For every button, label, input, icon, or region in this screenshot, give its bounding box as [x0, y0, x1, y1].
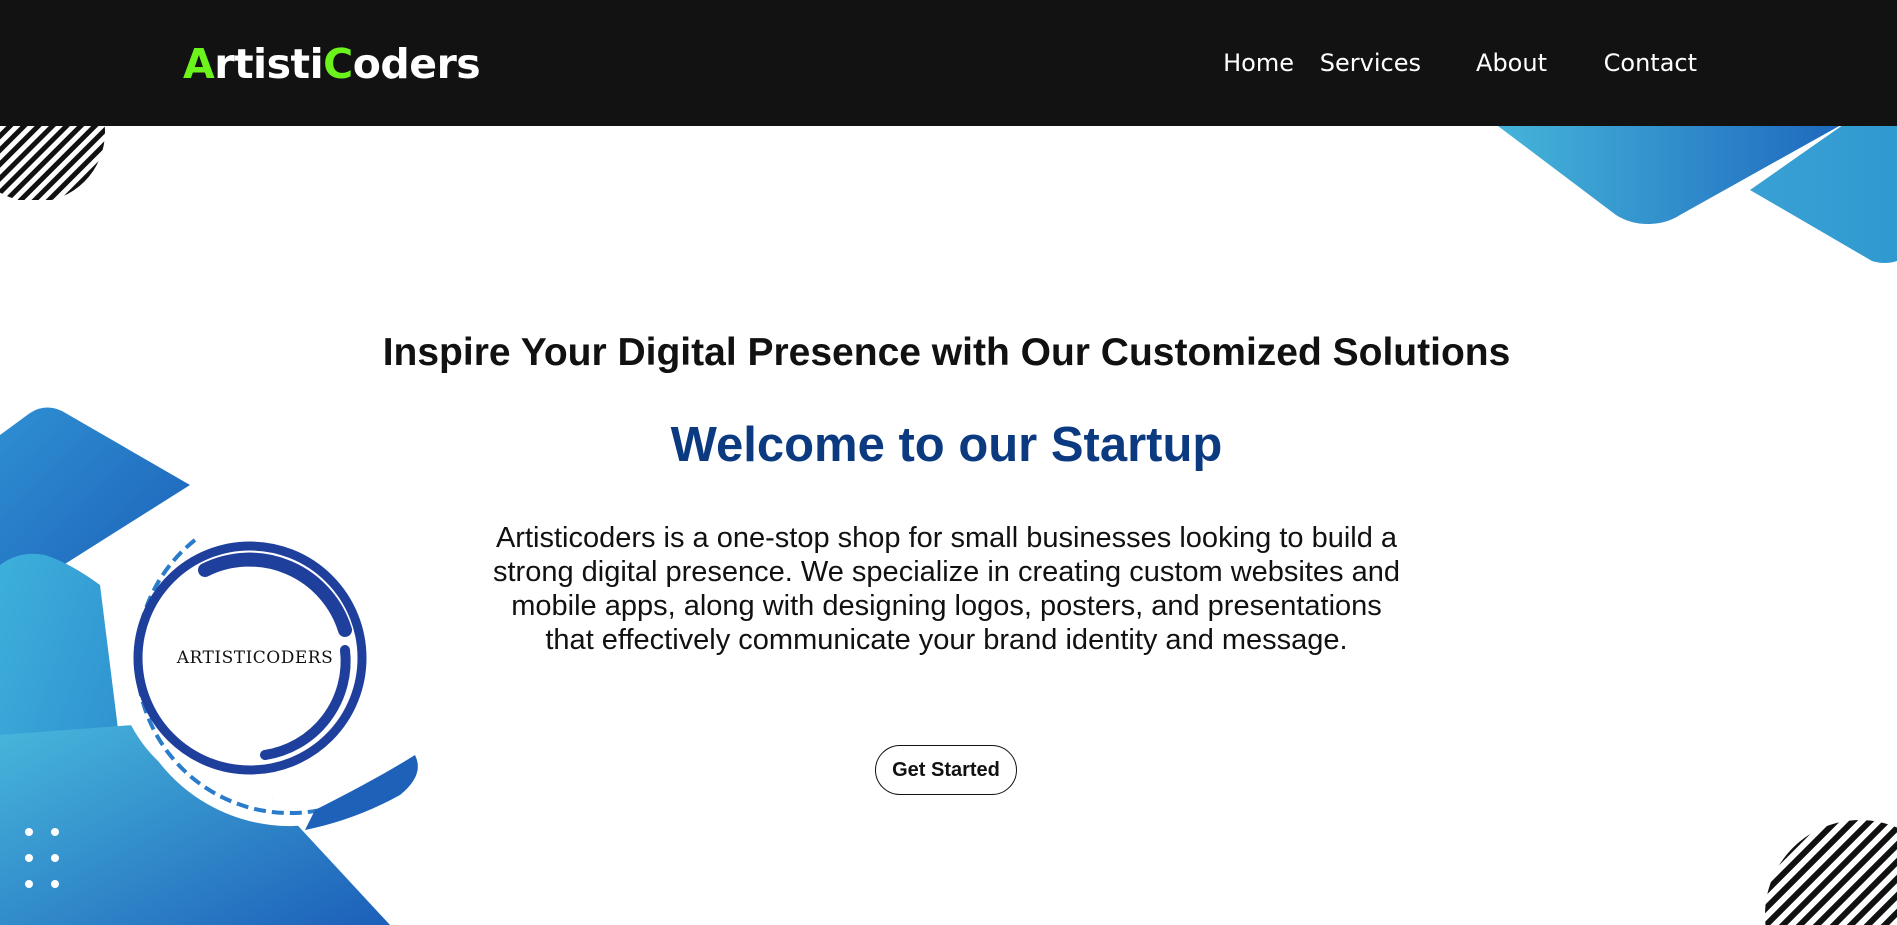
get-started-button[interactable]: Get Started — [875, 745, 1017, 795]
navbar: ArtistiCoders Home Services About Contac… — [0, 0, 1897, 126]
striped-circle-icon — [1765, 820, 1897, 925]
nav-about[interactable]: About — [1476, 46, 1547, 80]
logo-part-2: oders — [352, 40, 481, 88]
logo-part-1: rtisti — [214, 40, 324, 88]
nav-contact[interactable]: Contact — [1604, 46, 1697, 80]
logo-letter-c: C — [323, 40, 353, 88]
hero-title: Welcome to our Startup — [670, 418, 1223, 472]
landing-page: ARTISTICODERS ArtistiCoders Home Service… — [0, 0, 1897, 925]
brand-logo[interactable]: ArtistiCoders — [183, 36, 481, 92]
logo-letter-a: A — [183, 40, 215, 88]
hero-tagline: Inspire Your Digital Presence with Our C… — [382, 331, 1511, 374]
dots-grid-icon — [22, 823, 66, 893]
brand-swirl-logo — [55, 490, 425, 860]
nav-services[interactable]: Services — [1320, 46, 1421, 80]
hero-description: Artisticoders is a one-stop shop for sma… — [493, 522, 1400, 656]
brand-badge-text: ARTISTICODERS — [176, 648, 334, 668]
nav-home[interactable]: Home — [1223, 46, 1294, 80]
